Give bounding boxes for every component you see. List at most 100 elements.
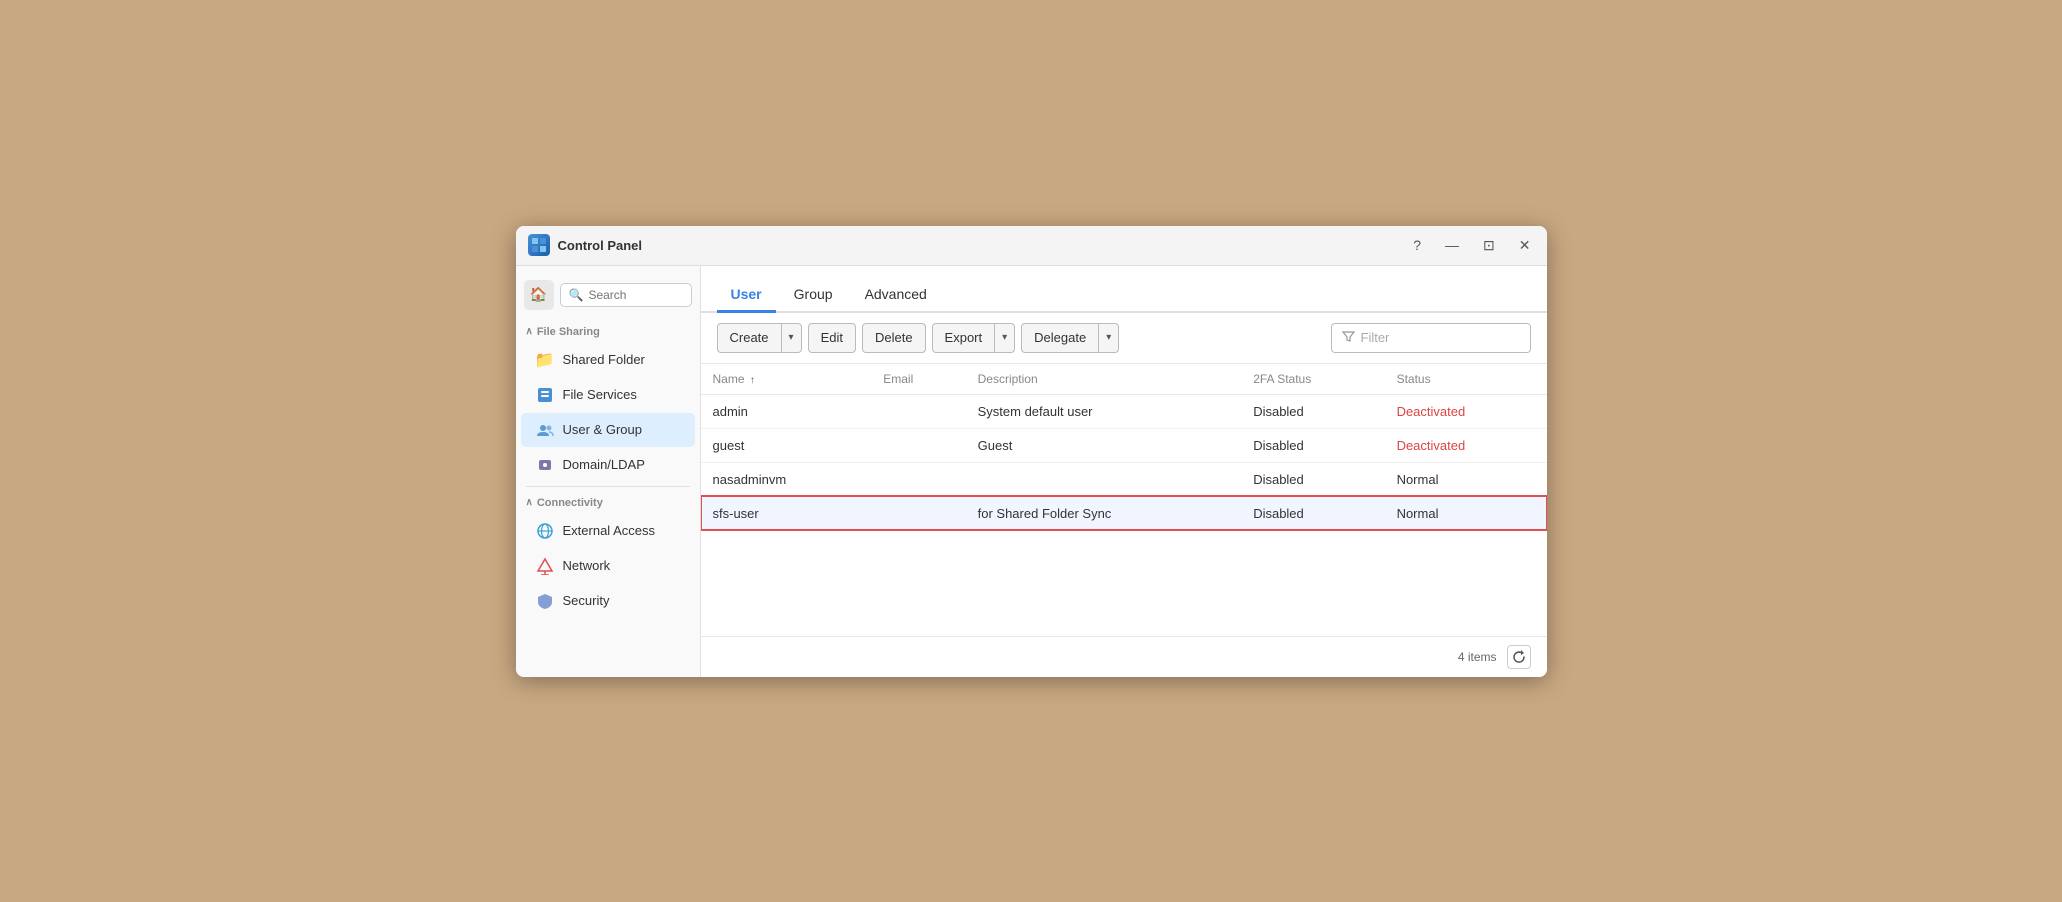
sidebar-item-shared-folder[interactable]: 📁 Shared Folder	[521, 343, 695, 377]
filter-placeholder: Filter	[1361, 330, 1390, 345]
network-icon	[535, 556, 555, 576]
cell-name: admin	[701, 394, 872, 428]
cell-description	[966, 462, 1242, 496]
table-body: admin System default user Disabled Deact…	[701, 394, 1547, 530]
sidebar-label-file-services: File Services	[563, 387, 637, 402]
delegate-button[interactable]: Delegate	[1021, 323, 1098, 353]
export-button[interactable]: Export	[932, 323, 995, 353]
sidebar-label-security: Security	[563, 593, 610, 608]
sidebar-item-security[interactable]: Security	[521, 584, 695, 618]
search-icon: 🔍	[569, 288, 584, 302]
folder-icon: 📁	[535, 350, 555, 370]
col-2fa-status: 2FA Status	[1241, 364, 1384, 395]
restore-button[interactable]: ⊡	[1479, 236, 1499, 254]
cell-description: System default user	[966, 394, 1242, 428]
cell-status: Deactivated	[1385, 394, 1547, 428]
sidebar-label-user-group: User & Group	[563, 422, 642, 437]
section-file-sharing[interactable]: ∧ File Sharing	[516, 320, 700, 342]
minimize-button[interactable]: —	[1441, 236, 1463, 254]
sidebar-label-domain-ldap: Domain/LDAP	[563, 457, 645, 472]
main-layout: 🏠 🔍 ∧ File Sharing 📁 Shared Folder	[516, 266, 1547, 677]
cell-description: Guest	[966, 428, 1242, 462]
content-area: User Group Advanced Create ▾ Edit Delete	[701, 266, 1547, 677]
items-count: 4 items	[1458, 650, 1497, 664]
user-table-container: Name ↑ Email Description 2FA Status Stat…	[701, 364, 1547, 636]
col-email: Email	[871, 364, 965, 395]
user-table: Name ↑ Email Description 2FA Status Stat…	[701, 364, 1547, 531]
cell-email	[871, 462, 965, 496]
cell-email	[871, 394, 965, 428]
search-input[interactable]	[588, 288, 682, 302]
table-row[interactable]: admin System default user Disabled Deact…	[701, 394, 1547, 428]
connectivity-chevron-icon: ∧	[526, 497, 533, 508]
col-description: Description	[966, 364, 1242, 395]
close-button[interactable]: ✕	[1515, 236, 1535, 254]
sidebar-item-domain-ldap[interactable]: Domain/LDAP	[521, 448, 695, 482]
export-split-button: Export ▾	[932, 323, 1016, 353]
create-button[interactable]: Create	[717, 323, 781, 353]
home-button[interactable]: 🏠	[524, 280, 554, 310]
cell-status: Normal	[1385, 462, 1547, 496]
filter-box[interactable]: Filter	[1331, 323, 1531, 353]
cell-2fa: Disabled	[1241, 496, 1384, 530]
sidebar-item-network[interactable]: Network	[521, 549, 695, 583]
app-icon	[528, 234, 550, 256]
sidebar-item-file-services[interactable]: File Services	[521, 378, 695, 412]
cell-2fa: Disabled	[1241, 428, 1384, 462]
window-title: Control Panel	[558, 238, 1410, 253]
table-row[interactable]: nasadminvm Disabled Normal	[701, 462, 1547, 496]
chevron-icon: ∧	[526, 326, 533, 337]
user-group-icon	[535, 420, 555, 440]
col-name: Name ↑	[701, 364, 872, 395]
edit-button[interactable]: Edit	[808, 323, 856, 353]
titlebar: Control Panel ? — ⊡ ✕	[516, 226, 1547, 266]
search-box: 🔍	[560, 283, 692, 307]
control-panel-window: Control Panel ? — ⊡ ✕ 🏠 🔍 ∧ File Sharing	[516, 226, 1547, 677]
window-controls: ? — ⊡ ✕	[1409, 236, 1534, 254]
tab-group[interactable]: Group	[780, 278, 847, 313]
delegate-dropdown-arrow[interactable]: ▾	[1098, 323, 1119, 353]
sidebar-label-external-access: External Access	[563, 523, 656, 538]
sidebar-label-shared-folder: Shared Folder	[563, 352, 645, 367]
filter-icon	[1342, 330, 1355, 345]
table-header: Name ↑ Email Description 2FA Status Stat…	[701, 364, 1547, 395]
help-button[interactable]: ?	[1409, 236, 1425, 254]
external-access-icon	[535, 521, 555, 541]
tabs-bar: User Group Advanced	[701, 266, 1547, 313]
sort-arrow-icon: ↑	[750, 375, 755, 386]
sidebar-label-network: Network	[563, 558, 611, 573]
section-connectivity-label: Connectivity	[537, 497, 603, 509]
create-dropdown-arrow[interactable]: ▾	[781, 323, 802, 353]
cell-2fa: Disabled	[1241, 462, 1384, 496]
cell-email	[871, 496, 965, 530]
delete-button[interactable]: Delete	[862, 323, 926, 353]
cell-2fa: Disabled	[1241, 394, 1384, 428]
export-dropdown-arrow[interactable]: ▾	[994, 323, 1015, 353]
file-services-icon	[535, 385, 555, 405]
table-row[interactable]: sfs-user for Shared Folder Sync Disabled…	[701, 496, 1547, 530]
sidebar-divider	[526, 486, 690, 487]
sidebar: 🏠 🔍 ∧ File Sharing 📁 Shared Folder	[516, 266, 701, 677]
table-footer: 4 items	[701, 636, 1547, 677]
cell-email	[871, 428, 965, 462]
section-connectivity[interactable]: ∧ Connectivity	[516, 491, 700, 513]
cell-name: guest	[701, 428, 872, 462]
section-file-sharing-label: File Sharing	[537, 326, 600, 338]
refresh-button[interactable]	[1507, 645, 1531, 669]
refresh-icon	[1512, 650, 1526, 664]
security-icon	[535, 591, 555, 611]
sidebar-item-user-group[interactable]: User & Group	[521, 413, 695, 447]
cell-name: nasadminvm	[701, 462, 872, 496]
domain-icon	[535, 455, 555, 475]
cell-status: Deactivated	[1385, 428, 1547, 462]
sidebar-top: 🏠 🔍	[516, 274, 700, 320]
sidebar-item-external-access[interactable]: External Access	[521, 514, 695, 548]
table-row[interactable]: guest Guest Disabled Deactivated	[701, 428, 1547, 462]
tab-advanced[interactable]: Advanced	[851, 278, 941, 313]
create-split-button: Create ▾	[717, 323, 802, 353]
col-status: Status	[1385, 364, 1547, 395]
cell-description: for Shared Folder Sync	[966, 496, 1242, 530]
delegate-split-button: Delegate ▾	[1021, 323, 1119, 353]
tab-user[interactable]: User	[717, 278, 776, 313]
cell-status: Normal	[1385, 496, 1547, 530]
